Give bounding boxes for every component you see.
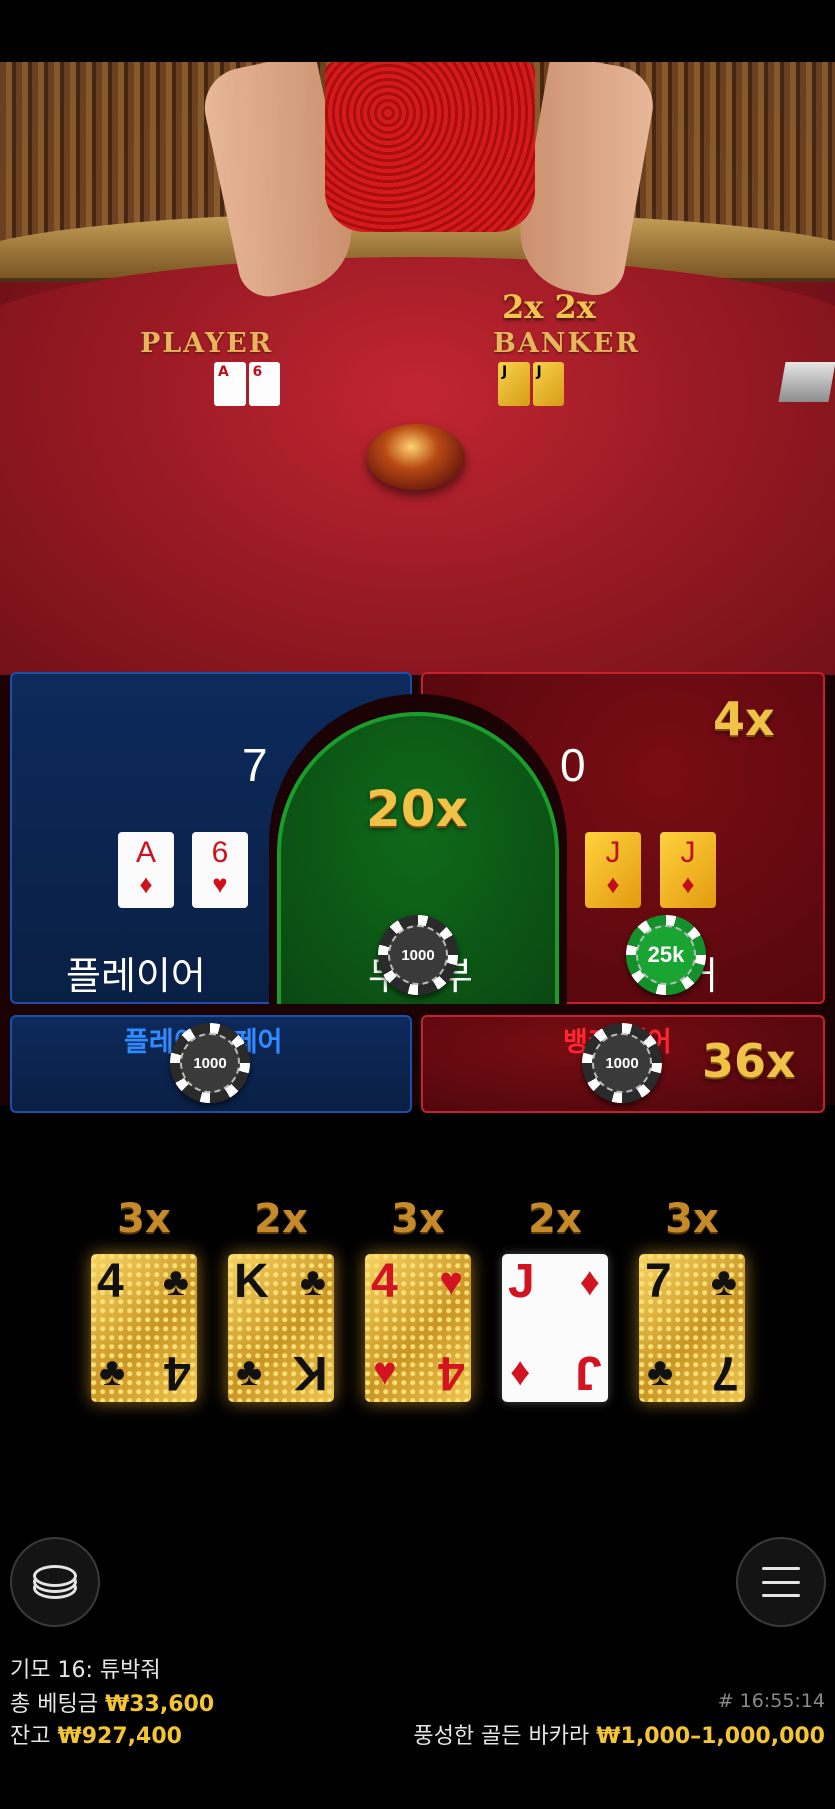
banker-multiplier: 4x — [713, 692, 775, 746]
player-area-label: 플레이어 — [66, 954, 206, 998]
banker-pair-multiplier: 36x — [702, 1034, 796, 1088]
table-banker-card: J — [498, 362, 530, 406]
banker-card-1: J ♦ — [585, 832, 641, 908]
table-player-card: A — [214, 362, 246, 406]
player-card-1: A ♦ — [118, 832, 174, 908]
card-rank: J — [575, 1346, 602, 1399]
lucky-card-multiplier: 2x — [254, 1196, 308, 1242]
banker-bet-chip[interactable]: 25k — [626, 915, 706, 995]
tie-bet-chip[interactable]: 1000 — [378, 915, 458, 995]
card-rank: A — [135, 836, 156, 869]
chip-value: 1000 — [605, 1054, 639, 1072]
dealer — [197, 62, 660, 302]
chip-value: 1000 — [401, 946, 435, 964]
club-suit-icon: ♣ — [710, 1260, 737, 1304]
total-bet-line: 총 베팅금 ₩33,600 — [10, 1686, 214, 1718]
table-banker-cards: J J — [498, 362, 564, 406]
card-dispenser — [778, 362, 835, 402]
card-rank: 4 — [164, 1346, 191, 1399]
card-rank: 6 — [211, 836, 229, 869]
diamond-suit-icon: ♦ — [579, 1260, 600, 1304]
card-rank: J — [508, 1255, 535, 1308]
lucky-card-multiplier: 3x — [391, 1196, 445, 1242]
lucky-card: 4 ♣ ♣ 4 — [91, 1254, 197, 1402]
menu-button[interactable] — [736, 1537, 826, 1627]
table-player-cards: A 6 — [214, 362, 280, 406]
card-rank: 4 — [371, 1255, 398, 1308]
lucky-card: 4 ♥ ♥ 4 — [365, 1254, 471, 1402]
player-pair-bet-chip[interactable]: 1000 — [170, 1023, 250, 1103]
table-banker-card: J — [532, 362, 564, 406]
club-suit-icon: ♣ — [236, 1350, 263, 1394]
table-info-line: 풍성한 골든 바카라 ₩1,000–1,000,000 — [413, 1718, 825, 1750]
lucky-card-multiplier: 3x — [117, 1196, 171, 1242]
table-banker-label: BANKER — [493, 328, 640, 359]
dealer-info: 기모 16: 튜박줘 — [10, 1658, 161, 1683]
live-video: PLAYER BANKER 2x 2x A 6 J J — [0, 62, 835, 675]
lucky-card-multiplier: 3x — [665, 1196, 719, 1242]
balance-value: ₩927,400 — [57, 1724, 182, 1749]
chip-value: 25k — [647, 942, 685, 967]
diamond-suit-icon: ♦ — [510, 1350, 531, 1394]
club-suit-icon: ♣ — [299, 1260, 326, 1304]
card-rank: 7 — [712, 1346, 739, 1399]
diamond-suit-icon: ♦ — [139, 869, 153, 899]
lucky-card: 7 ♣ ♣ 7 — [639, 1254, 745, 1402]
lucky-card: K ♣ ♣ K — [228, 1254, 334, 1402]
card-rank: 4 — [438, 1346, 465, 1399]
tie-multiplier: 20x — [366, 780, 468, 838]
card-shoe — [367, 424, 465, 490]
heart-suit-icon: ♥ — [373, 1350, 397, 1394]
total-bet-label: 총 베팅금 — [10, 1692, 98, 1717]
banker-card-2: J ♦ — [660, 832, 716, 908]
total-bet-value: ₩33,600 — [104, 1692, 215, 1717]
club-suit-icon: ♣ — [99, 1350, 126, 1394]
heart-suit-icon: ♥ — [439, 1260, 463, 1304]
club-suit-icon: ♣ — [162, 1260, 189, 1304]
chip-stack-button[interactable] — [10, 1537, 100, 1627]
banker-pair-bet-chip[interactable]: 1000 — [582, 1023, 662, 1103]
club-suit-icon: ♣ — [647, 1350, 674, 1394]
lucky-card: J ♦ ♦ J — [502, 1254, 608, 1402]
round-timestamp: # 16:55:14 — [717, 1690, 825, 1712]
banker-score: 0 — [560, 739, 586, 791]
heart-suit-icon: ♥ — [212, 869, 228, 899]
table-player-label: PLAYER — [140, 328, 274, 359]
diamond-suit-icon: ♦ — [606, 869, 620, 899]
card-rank: K — [293, 1346, 328, 1399]
table-banker-multipliers: 2x 2x — [502, 288, 596, 326]
chip-stack-icon — [33, 1565, 77, 1599]
player-card-2: 6 ♥ — [192, 832, 248, 908]
card-rank: J — [605, 836, 621, 869]
card-rank: 7 — [645, 1255, 672, 1308]
table-name: 풍성한 골든 바카라 — [413, 1724, 590, 1749]
chip-value: 1000 — [193, 1054, 227, 1072]
balance-label: 잔고 — [10, 1724, 51, 1749]
player-score: 7 — [242, 739, 268, 791]
bet-limits: ₩1,000–1,000,000 — [596, 1724, 825, 1749]
lucky-card-multiplier: 2x — [528, 1196, 582, 1242]
hamburger-menu-icon — [762, 1567, 800, 1597]
table-player-card: 6 — [248, 362, 280, 406]
balance-line: 잔고 ₩927,400 — [10, 1718, 182, 1750]
card-rank: K — [234, 1255, 269, 1308]
card-rank: 4 — [97, 1255, 124, 1308]
diamond-suit-icon: ♦ — [681, 869, 695, 899]
card-rank: J — [680, 836, 696, 869]
